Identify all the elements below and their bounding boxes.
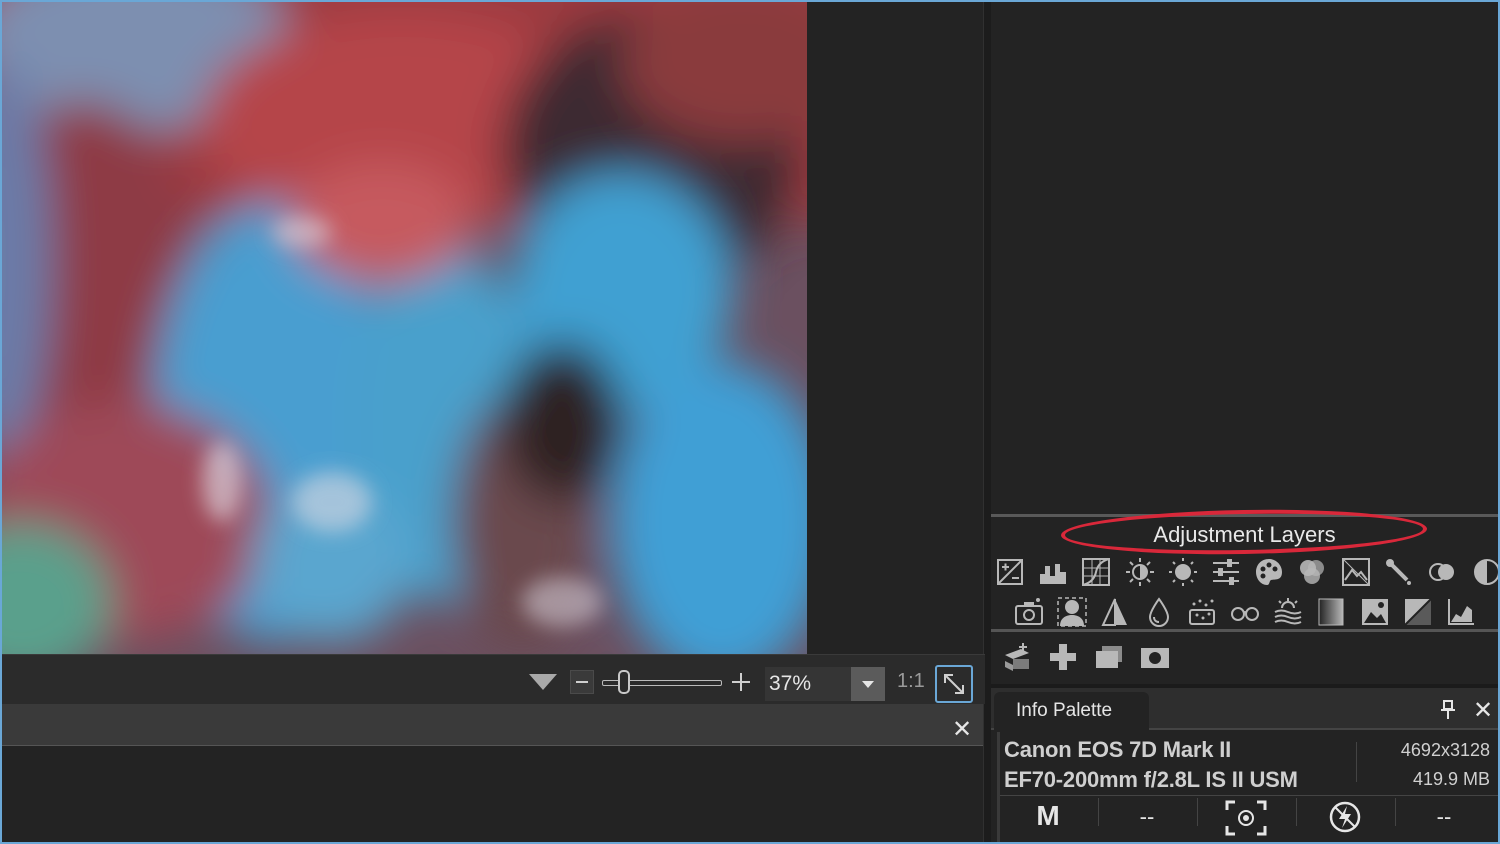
fit-to-screen-button[interactable] <box>935 665 973 703</box>
zoom-in-button[interactable] <box>730 670 754 694</box>
exposure-value-2: -- <box>1436 804 1452 829</box>
camera-model: Canon EOS 7D Mark II <box>1004 737 1232 762</box>
color-mix-icon[interactable] <box>1296 556 1328 588</box>
chart-icon[interactable] <box>1445 596 1477 628</box>
lens-model: EF70-200mm f/2.8L IS II USM <box>1004 767 1298 792</box>
zoom-slider-thumb[interactable] <box>618 670 630 694</box>
photo-preview[interactable] <box>2 2 807 654</box>
contrast-icon[interactable] <box>1469 556 1500 588</box>
toggle-icon[interactable] <box>1426 556 1458 588</box>
gradient-icon[interactable] <box>1315 596 1347 628</box>
fit-arrows-icon <box>944 674 964 694</box>
divider <box>991 629 1498 632</box>
mask-icon[interactable] <box>1139 641 1171 673</box>
curves-icon[interactable] <box>1080 556 1112 588</box>
photo-icon[interactable] <box>1359 596 1391 628</box>
adjustment-icons-row-1 <box>993 554 1500 592</box>
divider <box>1356 742 1357 782</box>
panel-splitter[interactable] <box>983 2 991 842</box>
eyedropper-icon[interactable] <box>1383 556 1415 588</box>
zoom-1to1-button[interactable]: 1:1 <box>897 670 925 693</box>
blurred-photo <box>2 2 807 654</box>
bottom-panel-header <box>2 704 983 746</box>
divider <box>1000 795 1500 796</box>
camera-icon[interactable] <box>1013 596 1045 628</box>
info-palette-close-button[interactable]: ✕ <box>1473 696 1493 725</box>
sliders-icon[interactable] <box>1210 556 1242 588</box>
flash-off-icon <box>1297 800 1393 836</box>
pin-icon[interactable] <box>1439 700 1457 720</box>
info-palette-body: Canon EOS 7D Mark II EF70-200mm f/2.8L I… <box>997 732 1500 842</box>
duplicate-icon[interactable] <box>1093 641 1125 673</box>
bottom-panel-body <box>2 747 983 842</box>
brightness-icon[interactable] <box>1124 556 1156 588</box>
portrait-icon[interactable] <box>1056 596 1088 628</box>
droplet-icon[interactable] <box>1143 596 1175 628</box>
landscape-icon[interactable] <box>1340 556 1372 588</box>
exposure-icon[interactable] <box>994 556 1026 588</box>
split-tone-icon[interactable] <box>1402 596 1434 628</box>
info-palette-tabbar: Info Palette ✕ <box>991 688 1498 730</box>
exposure-value-1: -- <box>1139 804 1155 829</box>
view-options-dropdown-icon[interactable] <box>529 674 557 690</box>
zoom-dropdown-button[interactable] <box>851 667 885 701</box>
image-dimensions: 4692x3128 <box>1400 740 1490 760</box>
metering-mode-icon <box>1198 800 1294 836</box>
zoom-toolbar: 37% 1:1 <box>2 654 985 704</box>
noise-icon[interactable] <box>1186 596 1218 628</box>
glasses-icon[interactable] <box>1229 596 1261 628</box>
bottom-panel-close-button[interactable]: ✕ <box>950 718 974 742</box>
image-viewer[interactable] <box>2 2 985 654</box>
sharpen-icon[interactable] <box>1099 596 1131 628</box>
file-size: 419.9 MB <box>1412 769 1490 789</box>
new-layer-icon[interactable] <box>1001 641 1033 673</box>
add-icon[interactable] <box>1047 641 1079 673</box>
adjustment-icons-row-2 <box>993 594 1498 632</box>
zoom-level-field[interactable]: 37% <box>765 667 851 701</box>
layer-actions-row <box>993 636 1498 680</box>
haze-icon[interactable] <box>1272 596 1304 628</box>
histogram-icon[interactable] <box>1037 556 1069 588</box>
shooting-mode: M <box>1036 800 1060 831</box>
right-panel-empty-area <box>991 2 1498 514</box>
sun-icon[interactable] <box>1167 556 1199 588</box>
tab-info-palette[interactable]: Info Palette <box>994 692 1149 730</box>
palette-icon[interactable] <box>1253 556 1285 588</box>
zoom-out-button[interactable] <box>570 670 594 694</box>
